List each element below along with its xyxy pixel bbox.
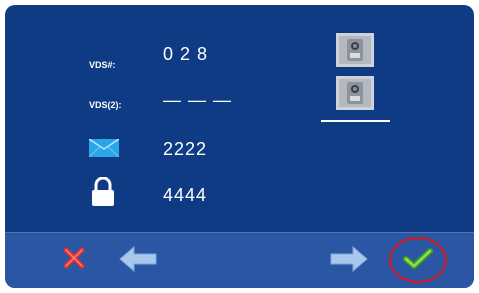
door-station-icon-2[interactable]	[336, 76, 374, 110]
close-x-icon[interactable]	[63, 247, 85, 269]
lock-row: 4444	[5, 177, 305, 213]
arrow-left-icon[interactable]	[118, 245, 158, 273]
arrow-right-icon[interactable]	[329, 245, 369, 273]
confirm-highlight-ring	[389, 237, 447, 283]
mail-row: 2222	[5, 131, 305, 167]
vds-row: VDS#: 0 2 8	[5, 38, 305, 74]
vds-label: VDS#:	[89, 60, 116, 70]
lock-code[interactable]: 4444	[163, 185, 207, 206]
vds2-label: VDS(2):	[89, 100, 122, 110]
padlock-icon	[92, 177, 114, 206]
settings-screen: VDS#: 0 2 8 VDS(2): — — — 2222 4444	[5, 5, 474, 288]
vds2-row: VDS(2): — — —	[5, 88, 305, 124]
selection-underline	[321, 120, 390, 122]
envelope-icon	[89, 139, 119, 157]
mail-code[interactable]: 2222	[163, 139, 207, 160]
door-station-icon[interactable]	[336, 33, 374, 67]
vds2-value[interactable]: — — —	[163, 90, 232, 111]
vds-value[interactable]: 0 2 8	[163, 44, 208, 65]
